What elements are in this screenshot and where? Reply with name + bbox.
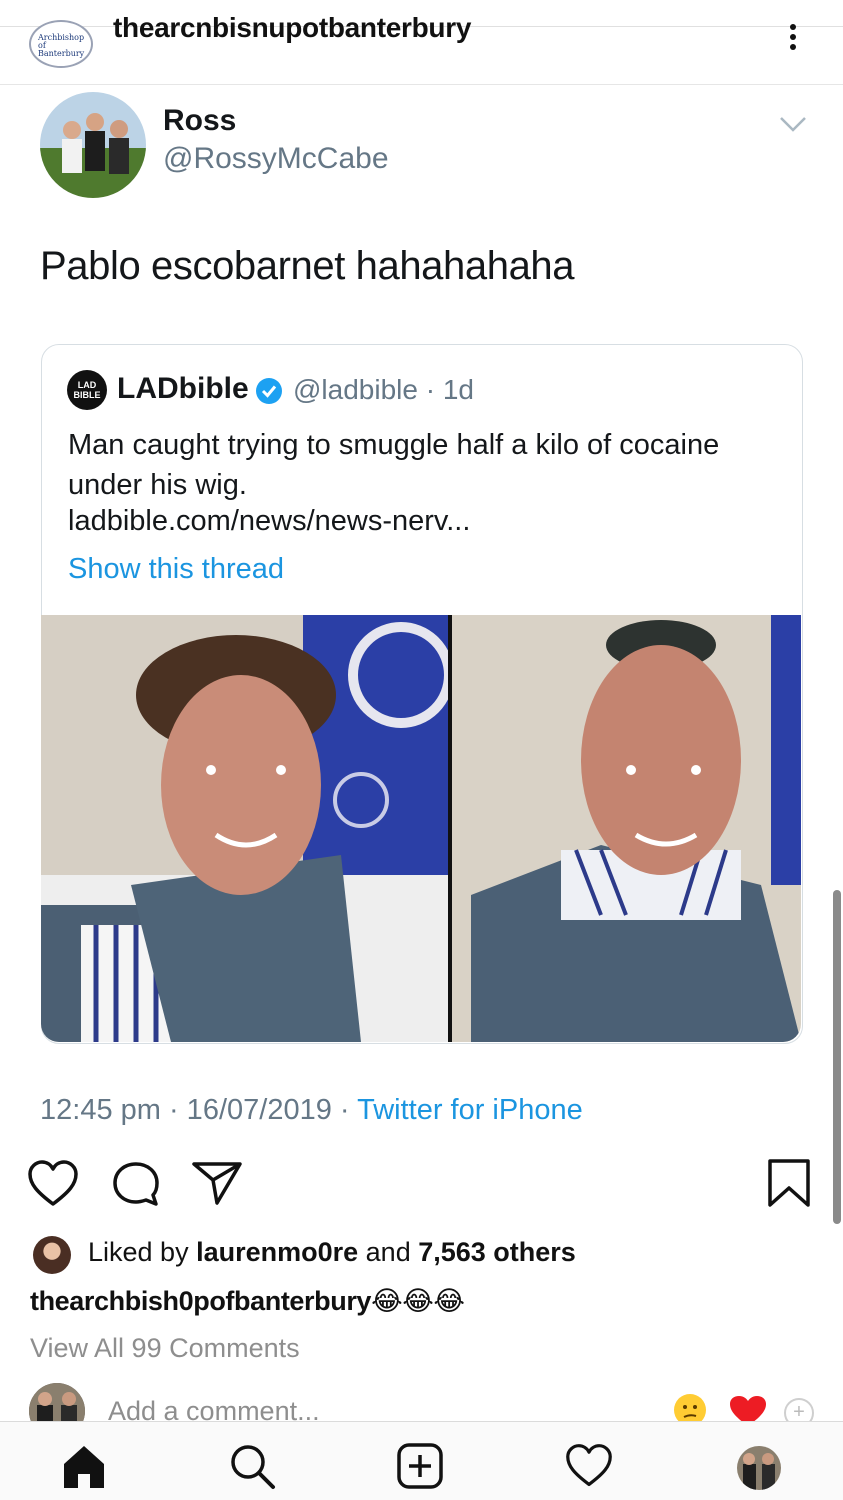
search-icon[interactable]	[228, 1442, 276, 1490]
profile-avatar-icon[interactable]	[737, 1446, 781, 1490]
add-post-icon[interactable]	[396, 1442, 444, 1490]
more-options-icon[interactable]	[786, 24, 800, 54]
image-divider	[448, 615, 452, 1042]
post-caption: thearchbish0pofbanterbury😂😂😂	[30, 1286, 465, 1317]
tweet-author-name: Ross	[163, 104, 237, 137]
bookmark-icon[interactable]	[766, 1158, 812, 1208]
quoted-author-name: LADbible	[117, 372, 249, 405]
tweet-source: Twitter for iPhone	[357, 1094, 583, 1126]
liked-by-suffix: and	[358, 1237, 419, 1267]
quoted-author-handle: @ladbible · 1d	[293, 374, 474, 405]
ladbible-logo-icon: LAD BIBLE	[67, 370, 107, 410]
tweet-author-handle: @RossyMcCabe	[163, 142, 389, 175]
scrollbar[interactable]	[833, 890, 841, 1224]
comment-bubble-icon[interactable]	[111, 1160, 161, 1208]
post-author-avatar[interactable]: Archbishop of Banterbury	[29, 20, 93, 68]
quoted-tweet-text: Man caught trying to smuggle half a kilo…	[68, 429, 720, 501]
liked-by-prefix: Liked by	[88, 1237, 197, 1267]
tweet-meta: 12:45 pm · 16/07/2019 · Twitter for iPho…	[40, 1094, 583, 1127]
show-thread-link: Show this thread	[68, 553, 285, 585]
liker-avatar[interactable]	[33, 1236, 71, 1274]
caption-username[interactable]: thearchbish0pofbanterbury	[30, 1286, 371, 1316]
tweet-text: Pablo escobarnet hahahahaha	[40, 244, 575, 288]
tweet-timestamp: 12:45 pm · 16/07/2019 ·	[40, 1094, 358, 1126]
caption-emoji: 😂😂😂	[371, 1286, 465, 1316]
avatar-logo-text: Archbishop of Banterbury	[38, 33, 85, 58]
likes-summary[interactable]: Liked by laurenmo0re and 7,563 others	[88, 1237, 576, 1268]
quoted-tweet-image	[41, 615, 801, 1042]
post-author-username[interactable]: thearcnbisnupotbanterbury	[113, 12, 471, 44]
view-all-comments-link[interactable]: View All 99 Comments	[30, 1333, 300, 1364]
paper-plane-icon[interactable]	[191, 1160, 243, 1206]
quoted-tweet-link: ladbible.com/news/news-nerv...	[68, 505, 471, 537]
home-icon[interactable]	[60, 1442, 108, 1490]
tweet-author-avatar	[40, 92, 146, 198]
liked-by-user[interactable]: laurenmo0re	[196, 1237, 358, 1267]
heart-icon[interactable]	[27, 1160, 79, 1208]
heart-outline-icon[interactable]	[565, 1442, 613, 1490]
verified-badge-icon	[255, 377, 283, 405]
chevron-down-icon	[778, 114, 808, 134]
liked-by-others[interactable]: 7,563 others	[418, 1237, 576, 1267]
